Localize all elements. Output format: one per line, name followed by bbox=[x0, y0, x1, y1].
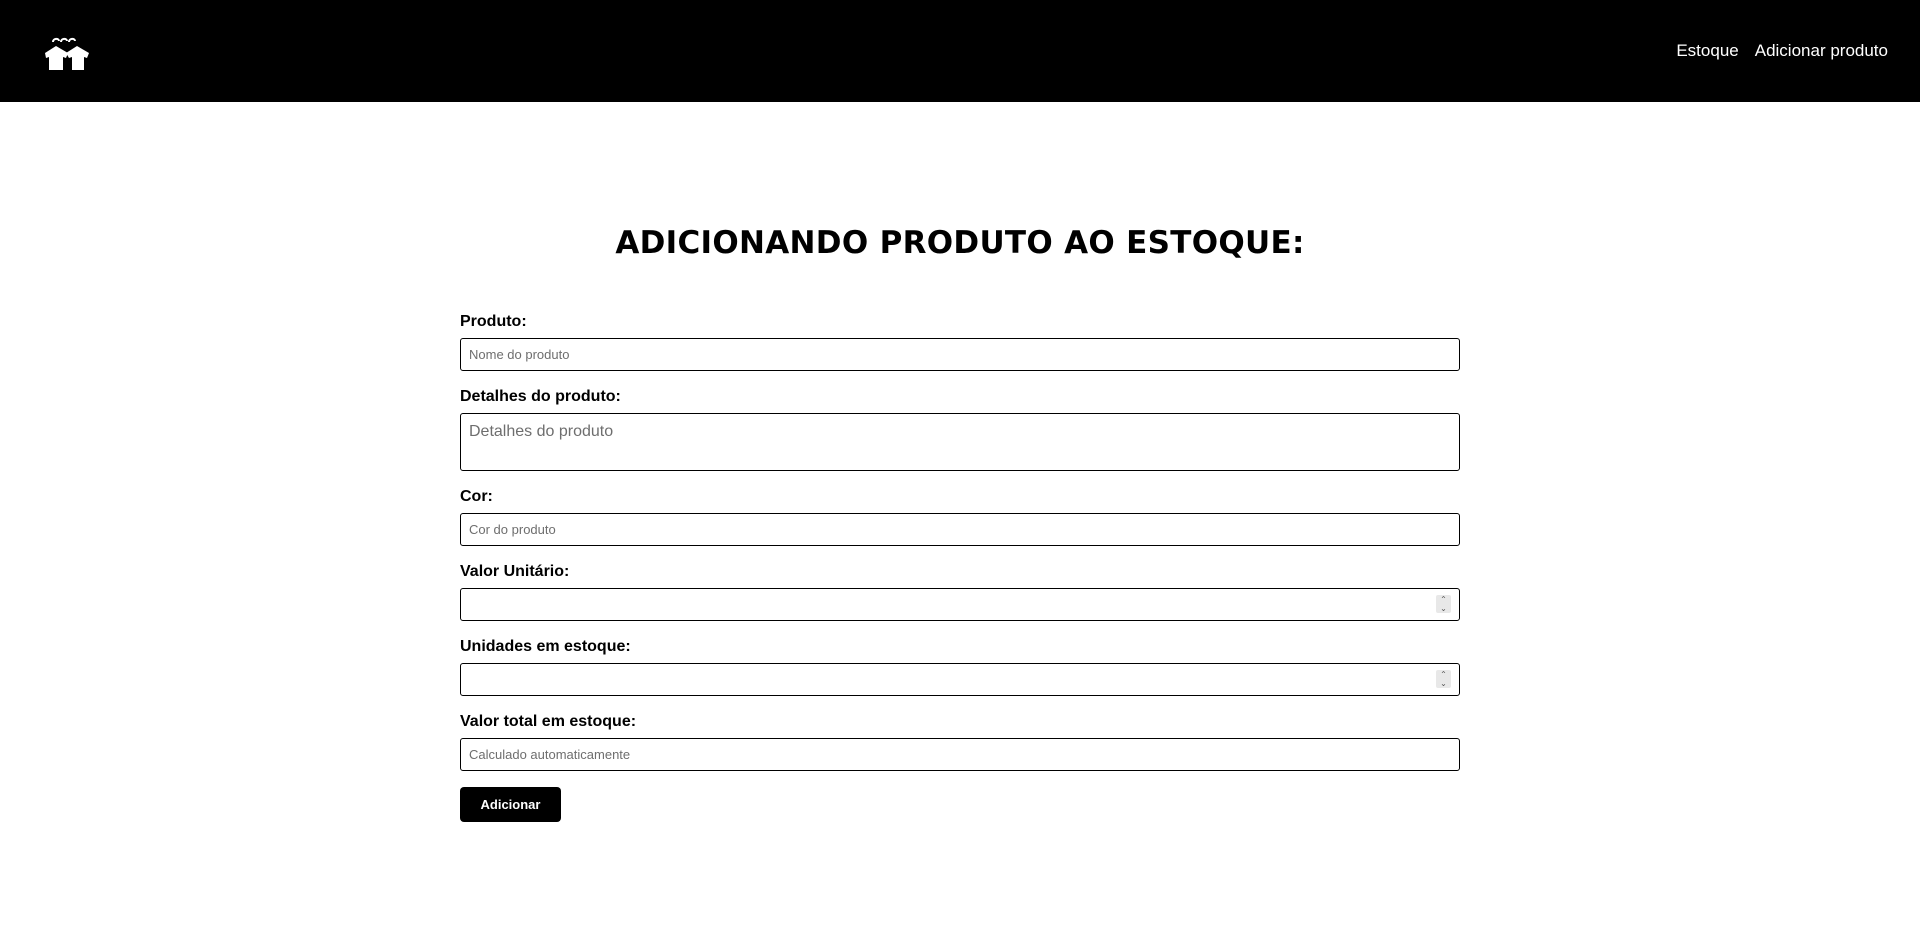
hanging-shirts-logo-icon[interactable] bbox=[44, 36, 90, 72]
cor-input[interactable]: Cor do produto bbox=[460, 513, 1460, 546]
produto-placeholder: Nome do produto bbox=[469, 347, 570, 362]
spinner-down-icon[interactable]: ⌄ bbox=[1436, 679, 1451, 688]
valor-unitario-input[interactable]: ⌃ ⌄ bbox=[460, 588, 1460, 621]
detalhes-label: Detalhes do produto: bbox=[460, 388, 621, 405]
adicionar-button[interactable]: Adicionar bbox=[460, 787, 561, 822]
unidades-input[interactable]: ⌃ ⌄ bbox=[460, 663, 1460, 696]
spinner-up-icon[interactable]: ⌃ bbox=[1436, 595, 1451, 604]
top-navbar: Estoque Adicionar produto bbox=[0, 0, 1920, 102]
valor-total-placeholder: Calculado automaticamente bbox=[469, 747, 631, 762]
valor-total-input[interactable]: Calculado automaticamente bbox=[460, 738, 1460, 771]
produto-input[interactable]: Nome do produto bbox=[460, 338, 1460, 371]
cor-placeholder: Cor do produto bbox=[469, 522, 556, 537]
unidades-spinner[interactable]: ⌃ ⌄ bbox=[1436, 670, 1451, 688]
main-nav: Estoque Adicionar produto bbox=[1676, 40, 1888, 62]
detalhes-textarea[interactable]: Detalhes do produto bbox=[460, 413, 1460, 471]
valor-unitario-spinner[interactable]: ⌃ ⌄ bbox=[1436, 595, 1451, 613]
spinner-down-icon[interactable]: ⌄ bbox=[1436, 604, 1451, 613]
unidades-label: Unidades em estoque: bbox=[460, 638, 631, 655]
valor-total-label: Valor total em estoque: bbox=[460, 713, 637, 730]
nav-link-adicionar-produto[interactable]: Adicionar produto bbox=[1755, 40, 1888, 62]
spinner-up-icon[interactable]: ⌃ bbox=[1436, 670, 1451, 679]
cor-label: Cor: bbox=[460, 488, 493, 505]
valor-unitario-label: Valor Unitário: bbox=[460, 563, 570, 580]
add-product-form: Produto: Nome do produto Detalhes do pro… bbox=[460, 312, 1460, 822]
page-title: ADICIONANDO PRODUTO AO ESTOQUE: bbox=[615, 225, 1305, 261]
detalhes-placeholder: Detalhes do produto bbox=[469, 423, 614, 440]
produto-label: Produto: bbox=[460, 313, 527, 330]
nav-link-estoque[interactable]: Estoque bbox=[1676, 40, 1738, 62]
